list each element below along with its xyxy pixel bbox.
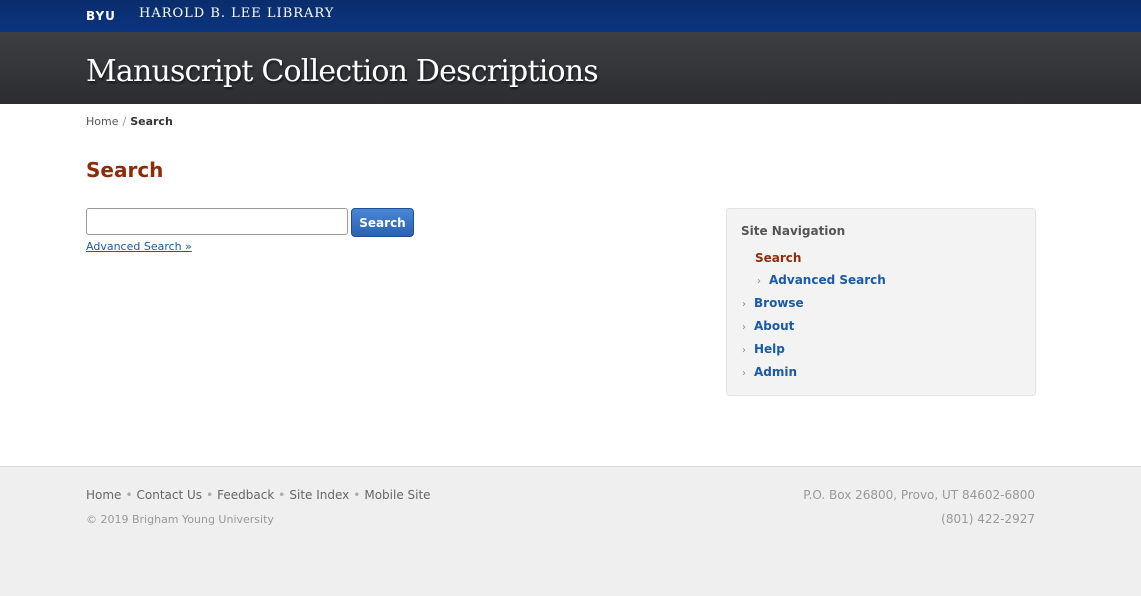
footer-links: Home • Contact Us • Feedback • Site Index • Mobi… (86, 488, 431, 502)
search-button[interactable]: Search (351, 208, 414, 237)
nav-item-label: About (754, 319, 795, 333)
top-bar: BYU HAROLD B. LEE LIBRARY (0, 0, 1141, 32)
site-header: Manuscript Collection Descriptions (0, 32, 1141, 104)
chevron-right-icon: › (742, 322, 746, 333)
nav-item-label: Help (754, 342, 785, 356)
copyright: © 2019 Brigham Young University (86, 513, 274, 526)
footer-bullet: • (353, 488, 361, 502)
chevron-right-icon: › (757, 276, 761, 287)
footer-link-contact[interactable]: Contact Us (137, 488, 203, 502)
site-title[interactable]: Manuscript Collection Descriptions (86, 54, 599, 89)
search-input[interactable] (86, 208, 348, 235)
footer-link-site-index[interactable]: Site Index (289, 488, 349, 502)
footer-link-feedback[interactable]: Feedback (217, 488, 274, 502)
nav-item-label: Search (755, 251, 802, 265)
site-navigation-heading: Site Navigation (741, 224, 846, 238)
footer: Home • Contact Us • Feedback • Site Index • Mobi… (0, 466, 1141, 596)
nav-item-label: Browse (754, 296, 804, 310)
footer-bullet: • (206, 488, 214, 502)
byu-logo[interactable]: BYU (86, 9, 116, 23)
nav-item-label: Advanced Search (769, 273, 886, 287)
breadcrumb-separator: / (122, 115, 127, 128)
library-name[interactable]: HAROLD B. LEE LIBRARY (139, 6, 334, 21)
breadcrumb-home[interactable]: Home (86, 115, 118, 128)
advanced-search-link[interactable]: Advanced Search » (86, 240, 192, 253)
footer-link-home[interactable]: Home (86, 488, 121, 502)
nav-item-browse[interactable]: › Browse (742, 296, 804, 310)
footer-phone: (801) 422-2927 (941, 512, 1035, 526)
nav-item-about[interactable]: › About (742, 319, 794, 333)
nav-item-admin[interactable]: › Admin (742, 365, 797, 379)
nav-item-help[interactable]: › Help (742, 342, 785, 356)
nav-item-label: Admin (754, 365, 798, 379)
breadcrumb: Home / Search (86, 115, 173, 128)
nav-item-search[interactable]: Search (755, 251, 801, 265)
footer-bullet: • (125, 488, 133, 502)
footer-address: P.O. Box 26800, Provo, UT 84602-6800 (803, 488, 1035, 502)
site-navigation: Site Navigation Search › Advanced Search … (726, 208, 1036, 396)
footer-bullet: • (278, 488, 286, 502)
chevron-right-icon: › (742, 345, 746, 356)
nav-item-advanced-search[interactable]: › Advanced Search (757, 273, 886, 287)
breadcrumb-current: Search (130, 115, 173, 128)
footer-link-mobile-site[interactable]: Mobile Site (364, 488, 430, 502)
chevron-right-icon: › (742, 299, 746, 310)
page-title: Search (86, 158, 164, 182)
chevron-right-icon: › (742, 368, 746, 379)
